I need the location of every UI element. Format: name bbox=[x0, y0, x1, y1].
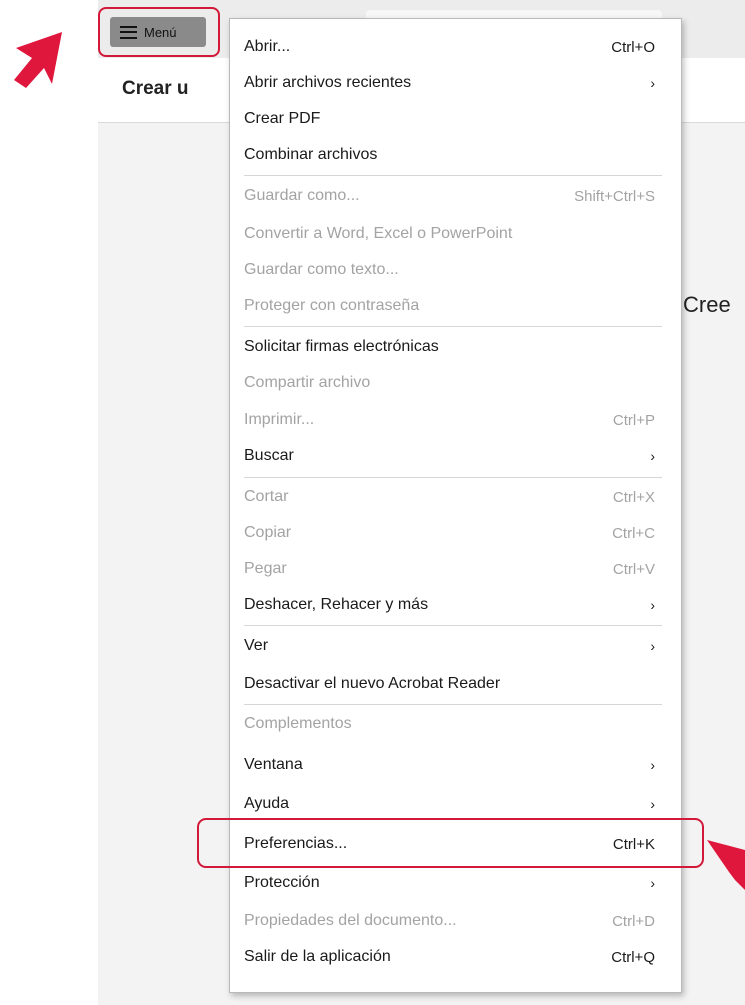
menu-item-label: Imprimir... bbox=[244, 411, 315, 428]
menu-separator bbox=[244, 625, 662, 626]
menu-item-ver[interactable]: Ver › bbox=[230, 628, 681, 664]
chevron-right-icon: › bbox=[650, 448, 655, 464]
menu-item-label: Complementos bbox=[244, 715, 352, 732]
content-heading: Cree bbox=[683, 292, 731, 317]
menu-item-proteccion[interactable]: Protección › bbox=[230, 865, 681, 901]
menu-item-desactivar-el-nuevo-acrobat-reader[interactable]: Desactivar el nuevo Acrobat Reader bbox=[230, 666, 681, 702]
menu-item-crear-pdf[interactable]: Crear PDF bbox=[230, 101, 681, 137]
menu-item-label: Ver bbox=[244, 637, 269, 654]
menu-item-shortcut: Ctrl+O bbox=[611, 38, 655, 56]
menu-item-combinar-archivos[interactable]: Combinar archivos bbox=[230, 137, 681, 173]
menu-item-buscar[interactable]: Buscar › bbox=[230, 438, 681, 474]
menu-item-label: Crear PDF bbox=[244, 110, 321, 127]
pointer-arrow-icon bbox=[14, 32, 62, 88]
menu-item-complementos: Complementos bbox=[230, 706, 681, 742]
menu-item-label: Propiedades del documento... bbox=[244, 912, 457, 929]
menu-item-label: Abrir... bbox=[244, 38, 291, 55]
menu-item-propiedades-del-documento: Propiedades del documento... Ctrl+D bbox=[230, 903, 681, 939]
menu-item-shortcut: Ctrl+X bbox=[612, 488, 655, 506]
menu-item-solicitar-firmas-electronicas[interactable]: Solicitar firmas electrónicas bbox=[230, 329, 681, 365]
menu-item-label: Convertir a Word, Excel o PowerPoint bbox=[244, 225, 513, 242]
menu-item-cortar: Cortar Ctrl+X bbox=[230, 479, 681, 515]
menu-item-proteger-con-contrasena: Proteger con contraseña bbox=[230, 288, 681, 324]
menu-separator bbox=[244, 326, 662, 327]
menu-item-shortcut: Ctrl+Q bbox=[611, 948, 655, 966]
menu-item-salir-de-la-aplicacion[interactable]: Salir de la aplicación Ctrl+Q bbox=[230, 939, 681, 975]
menu-item-label: Ayuda bbox=[244, 795, 290, 812]
chevron-right-icon: › bbox=[650, 796, 655, 812]
menu-item-label: Guardar como... bbox=[244, 187, 360, 204]
hamburger-icon bbox=[120, 25, 137, 39]
menu-item-compartir-archivo: Compartir archivo bbox=[230, 365, 681, 401]
menu-item-label: Guardar como texto... bbox=[244, 261, 399, 278]
menu-item-shortcut: Ctrl+P bbox=[612, 411, 655, 429]
menu-separator bbox=[244, 175, 662, 176]
menu-item-label: Salir de la aplicación bbox=[244, 948, 391, 965]
menu-item-label: Ventana bbox=[244, 756, 303, 773]
menu-item-label: Pegar bbox=[244, 560, 287, 577]
menu-item-label: Cortar bbox=[244, 488, 289, 505]
menu-item-label: Desactivar el nuevo Acrobat Reader bbox=[244, 675, 501, 692]
menu-item-copiar: Copiar Ctrl+C bbox=[230, 515, 681, 551]
menu-item-label: Copiar bbox=[244, 524, 292, 541]
menu-item-guardar-como-texto: Guardar como texto... bbox=[230, 252, 681, 288]
menu-separator bbox=[244, 477, 662, 478]
menu-item-pegar: Pegar Ctrl+V bbox=[230, 551, 681, 587]
preferences-highlight bbox=[197, 818, 704, 868]
menu-item-label: Deshacer, Rehacer y más bbox=[244, 596, 429, 613]
menu-item-shortcut: Ctrl+D bbox=[612, 912, 655, 930]
pointer-arrow-icon bbox=[707, 840, 745, 890]
menu-item-label: Buscar bbox=[244, 447, 294, 464]
menu-item-abrir[interactable]: Abrir... Ctrl+O bbox=[230, 29, 681, 65]
menu-item-label: Solicitar firmas electrónicas bbox=[244, 338, 439, 355]
page-title: Crear u bbox=[122, 78, 189, 99]
menu-item-shortcut: Ctrl+V bbox=[612, 560, 655, 578]
menu-item-label: Combinar archivos bbox=[244, 146, 378, 163]
chevron-right-icon: › bbox=[650, 75, 655, 91]
menu-item-deshacer-rehacer-y-mas[interactable]: Deshacer, Rehacer y más › bbox=[230, 587, 681, 623]
menu-button-label: Menú bbox=[144, 24, 177, 40]
menu-item-shortcut: Ctrl+C bbox=[612, 524, 655, 542]
menu-separator bbox=[244, 704, 662, 705]
chevron-right-icon: › bbox=[650, 638, 655, 654]
menu-item-ayuda[interactable]: Ayuda › bbox=[230, 786, 681, 822]
menu-item-label: Abrir archivos recientes bbox=[244, 74, 412, 91]
menu-item-guardar-como: Guardar como... Shift+Ctrl+S bbox=[230, 178, 681, 214]
chevron-right-icon: › bbox=[650, 757, 655, 773]
chevron-right-icon: › bbox=[650, 875, 655, 891]
menu-button[interactable]: Menú bbox=[110, 17, 206, 47]
menu-item-convertir-a-word-excel-o-powerpoint: Convertir a Word, Excel o PowerPoint bbox=[230, 216, 681, 252]
menu-item-ventana[interactable]: Ventana › bbox=[230, 747, 681, 783]
menu-item-shortcut: Shift+Ctrl+S bbox=[574, 187, 655, 205]
menu-item-imprimir: Imprimir... Ctrl+P bbox=[230, 402, 681, 438]
menu-item-label: Protección bbox=[244, 874, 320, 891]
menu-item-label: Proteger con contraseña bbox=[244, 297, 420, 314]
menu-item-abrir-archivos-recientes[interactable]: Abrir archivos recientes › bbox=[230, 65, 681, 101]
menu-item-label: Compartir archivo bbox=[244, 374, 371, 391]
chevron-right-icon: › bbox=[650, 597, 655, 613]
